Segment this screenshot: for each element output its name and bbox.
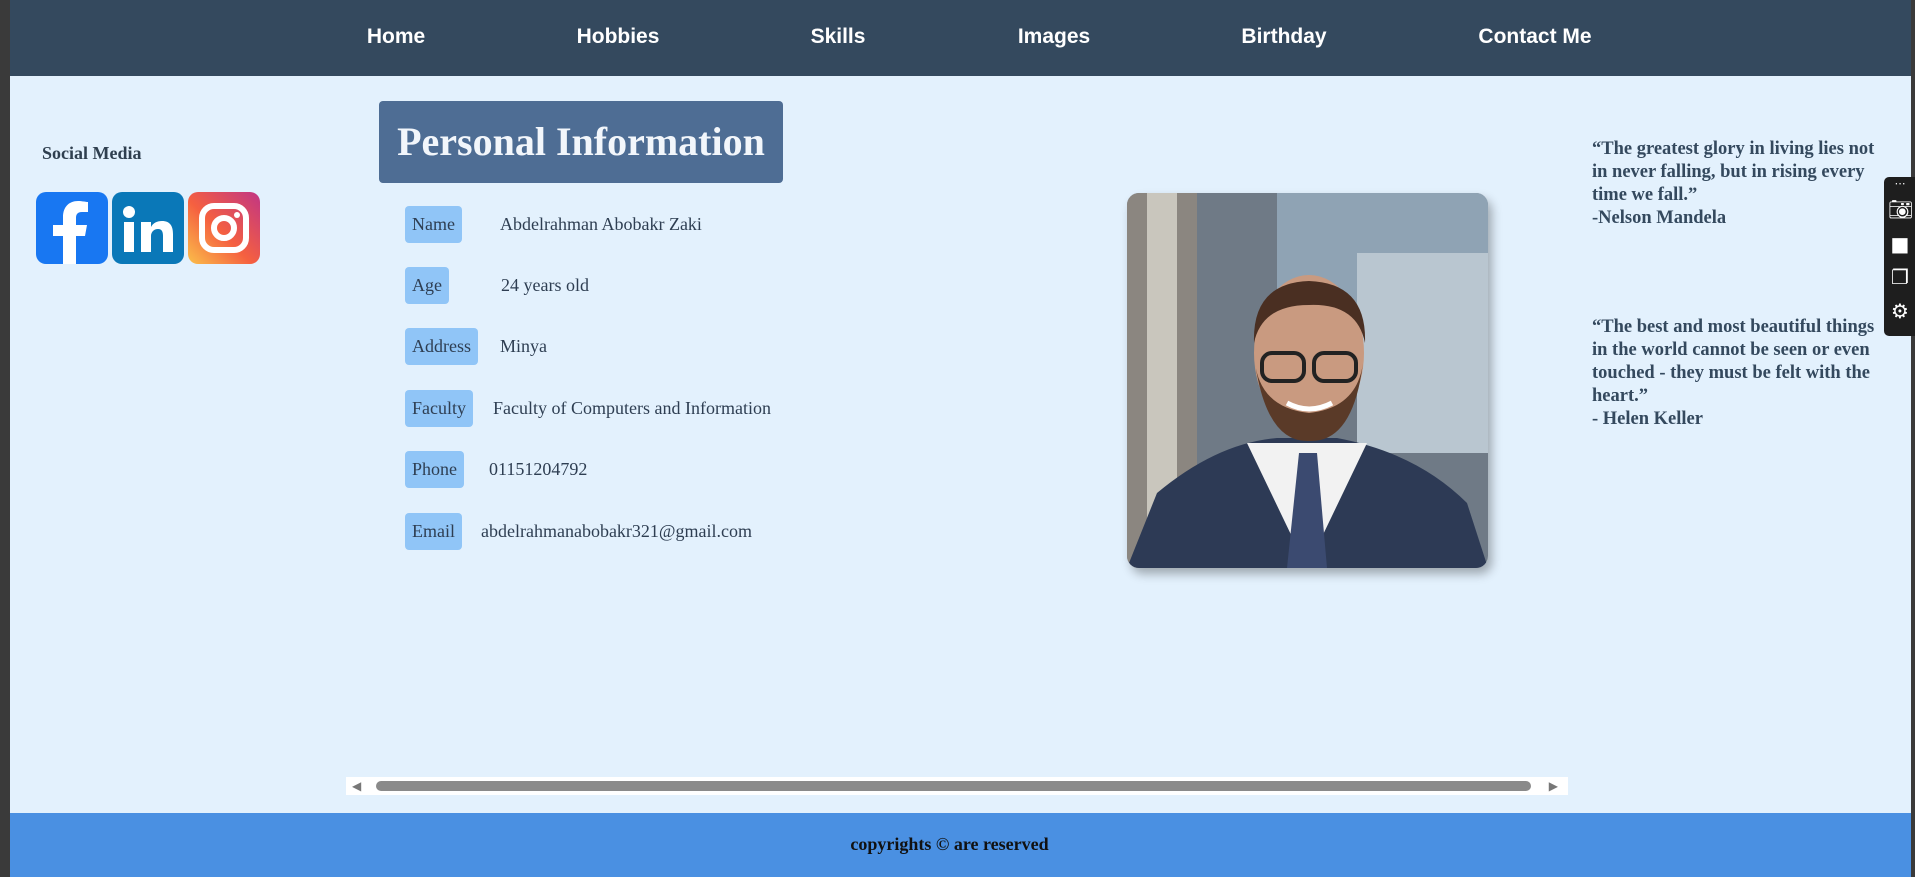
- footer: copyrights © are reserved: [10, 813, 1911, 877]
- page-title: Personal Information: [379, 101, 783, 183]
- quote-text: “The best and most beautiful things in t…: [1592, 317, 1875, 406]
- scrollbar-thumb[interactable]: [376, 781, 1531, 791]
- facebook-icon[interactable]: [36, 192, 108, 264]
- label-email: Email: [405, 513, 462, 550]
- profile-photo: [1127, 193, 1488, 568]
- value-faculty: Faculty of Computers and Information: [493, 398, 771, 418]
- label-age: Age: [405, 267, 449, 304]
- top-nav: Home Hobbies Skills Images Birthday Cont…: [10, 0, 1911, 76]
- nav-birthday[interactable]: Birthday: [1241, 0, 1326, 76]
- page: Home Hobbies Skills Images Birthday Cont…: [10, 0, 1911, 877]
- quote-1: “The greatest glory in living lies not i…: [1592, 138, 1892, 230]
- horizontal-scrollbar[interactable]: ◀ ▶: [346, 777, 1568, 795]
- value-phone: 01151204792: [489, 459, 588, 479]
- nav-hobbies[interactable]: Hobbies: [577, 0, 660, 76]
- label-phone: Phone: [405, 451, 464, 488]
- copyright-text: copyrights © are reserved: [850, 834, 1049, 854]
- gear-icon[interactable]: ⚙: [1888, 299, 1912, 323]
- scroll-right-arrow-icon[interactable]: ▶: [1549, 779, 1558, 793]
- quote-text: “The greatest glory in living lies not i…: [1592, 139, 1875, 205]
- scroll-left-arrow-icon[interactable]: ◀: [352, 779, 361, 793]
- nav-home[interactable]: Home: [367, 0, 425, 76]
- value-name: Abdelrahman Abobakr Zaki: [500, 214, 702, 234]
- social-media-title: Social Media: [42, 143, 142, 163]
- nav-skills[interactable]: Skills: [811, 0, 866, 76]
- nav-images[interactable]: Images: [1018, 0, 1090, 76]
- instagram-icon[interactable]: [188, 192, 260, 264]
- more-icon[interactable]: ⋯: [1888, 177, 1912, 191]
- value-email: abdelrahmanabobakr321@gmail.com: [481, 521, 752, 541]
- value-age: 24 years old: [501, 275, 589, 295]
- nav-contact-me[interactable]: Contact Me: [1478, 0, 1591, 76]
- quote-author: - Helen Keller: [1592, 409, 1703, 429]
- windows-icon[interactable]: ❐: [1888, 265, 1912, 289]
- label-name: Name: [405, 206, 462, 243]
- value-address: Minya: [500, 336, 547, 356]
- quote-author: -Nelson Mandela: [1592, 208, 1727, 228]
- linkedin-icon[interactable]: [112, 192, 184, 264]
- label-faculty: Faculty: [405, 390, 473, 427]
- camera-icon[interactable]: 📷︎: [1888, 197, 1913, 221]
- label-address: Address: [405, 328, 478, 365]
- quote-2: “The best and most beautiful things in t…: [1592, 316, 1892, 431]
- video-camera-icon[interactable]: ■: [1888, 232, 1912, 256]
- screen-capture-toolbar: ⋯ 📷︎ ■ ❐ ⚙: [1884, 177, 1915, 336]
